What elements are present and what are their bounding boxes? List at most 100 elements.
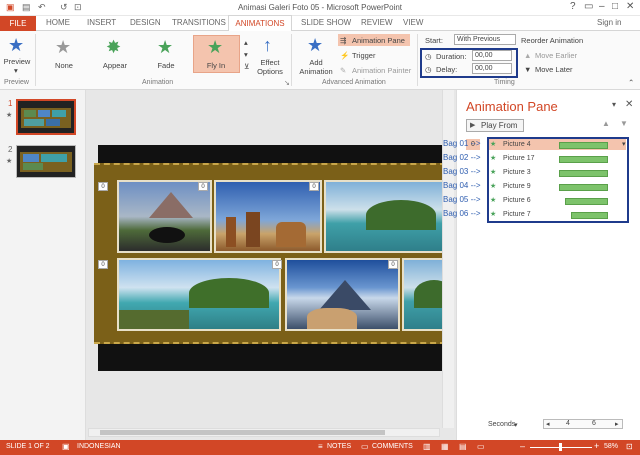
effect-none[interactable]: None [44,61,84,70]
effect-fly-in[interactable]: Fly In [196,61,236,70]
tab-file[interactable]: FILE [0,16,36,31]
move-later-icon[interactable]: ▼ [524,65,531,74]
gallery-more-icon[interactable]: ⊻ [244,62,250,71]
move-earlier-button[interactable]: Move Earlier [535,51,577,60]
effect-fly-in-icon[interactable]: ★ [207,38,223,56]
tab-view[interactable]: VIEW [403,18,423,27]
effect-none-icon[interactable]: ★ [55,38,71,56]
zoom-slider-thumb[interactable] [559,443,562,451]
tab-transitions[interactable]: TRANSITIONS [172,18,226,27]
group-launcher-icon[interactable]: ↘ [284,79,290,87]
sign-in-link[interactable]: Sign in [597,18,621,27]
fit-slide-icon[interactable]: ⊡ [626,442,633,451]
seconds-dropdown-icon[interactable]: ▾ [514,421,518,429]
save-icon[interactable]: ▤ [22,2,31,13]
preview-dropdown-icon[interactable]: ▾ [14,66,18,75]
timing-bar[interactable] [565,198,608,205]
redo-icon[interactable]: ↺ [60,2,68,13]
animation-pane-button[interactable]: Animation Pane [352,36,405,45]
notes-button[interactable]: NOTES [327,443,351,450]
pane-close-icon[interactable]: ✕ [625,99,633,110]
gallery-scroll-down-icon[interactable]: ▾ [244,50,248,59]
animation-item-label[interactable]: Picture 7 [503,211,531,218]
delay-input[interactable]: 00,00 [472,63,512,74]
spellcheck-icon[interactable]: ▣ [62,442,70,451]
timeline-prev-icon[interactable]: ◂ [546,420,550,428]
ribbon-display-icon[interactable]: ▭ [584,1,593,12]
timing-bar[interactable] [559,142,608,149]
tab-review[interactable]: REVIEW [361,18,393,27]
notes-icon[interactable]: ≡ [318,442,323,451]
tab-home[interactable]: HOME [46,18,70,27]
effect-appear-icon[interactable]: ✸ [106,38,121,56]
move-down-icon[interactable]: ▼ [620,119,628,128]
move-later-button[interactable]: Move Later [535,65,573,74]
photo-island-bay[interactable] [117,258,281,331]
normal-view-icon[interactable]: ▥ [423,442,431,451]
help-icon[interactable]: ? [570,1,576,12]
photo-mountain-peak[interactable] [285,258,400,331]
tab-animations[interactable]: ANIMATIONS [228,15,292,32]
seconds-label[interactable]: Seconds [488,421,515,428]
photo-rock-formations[interactable] [214,180,322,253]
animation-painter-icon[interactable]: ✎ [340,66,346,75]
restore-icon[interactable]: □ [612,1,618,12]
slideshow-view-icon[interactable]: ▭ [477,442,485,451]
animation-item-label[interactable]: Picture 9 [503,183,531,190]
animation-item-label[interactable]: Picture 6 [503,197,531,204]
item-dropdown-icon[interactable]: ▾ [622,140,626,148]
undo-icon[interactable]: ↶ [38,2,46,13]
slide-thumbnail-1[interactable] [16,99,76,135]
timeline-next-icon[interactable]: ▸ [615,420,619,428]
slide-sorter-icon[interactable]: ▦ [441,442,449,451]
effect-fade[interactable]: Fade [146,61,186,70]
comments-icon[interactable]: ▭ [361,442,369,451]
comments-button[interactable]: COMMENTS [372,443,413,450]
timing-bar[interactable] [571,212,608,219]
trigger-button[interactable]: Trigger [352,51,375,60]
timing-bar[interactable] [559,170,608,177]
animation-item-label[interactable]: Picture 4 [503,141,531,148]
move-earlier-icon[interactable]: ▲ [524,51,531,60]
reading-view-icon[interactable]: ▤ [459,442,467,451]
add-animation-button[interactable]: Add Animation [294,58,338,76]
preview-icon[interactable]: ★ [8,36,24,54]
zoom-in-icon[interactable]: + [594,441,599,451]
slideshow-start-icon[interactable]: ⊡ [74,2,82,13]
animation-pane-icon[interactable]: ⇶ [340,36,346,45]
animation-item-label[interactable]: Picture 3 [503,169,531,176]
gallery-scroll-up-icon[interactable]: ▴ [244,38,248,47]
divider [417,34,418,86]
photo-coast-partial[interactable] [402,258,446,331]
tab-slide-show[interactable]: SLIDE SHOW [301,18,351,27]
effect-appear[interactable]: Appear [95,61,135,70]
effect-options-button[interactable]: Effect Options [254,58,286,76]
minimize-icon[interactable]: – [599,1,605,12]
add-animation-icon[interactable]: ★ [307,36,323,54]
trigger-icon[interactable]: ⚡ [340,51,349,60]
close-window-icon[interactable]: ✕ [626,1,634,12]
language-indicator[interactable]: INDONESIAN [77,443,121,450]
tab-insert[interactable]: INSERT [87,18,116,27]
zoom-level[interactable]: 58% [604,443,618,450]
bag-annotation: Bag 06 --> [443,209,481,218]
pane-options-icon[interactable]: ▾ [612,100,616,109]
slide-thumbnail-2[interactable] [16,145,76,178]
effect-fade-icon[interactable]: ★ [157,38,173,56]
zoom-out-icon[interactable]: – [520,441,525,451]
tab-design[interactable]: DESIGN [130,18,161,27]
collapse-ribbon-icon[interactable]: ⌃ [628,78,634,87]
move-up-icon[interactable]: ▲ [602,119,610,128]
preview-button[interactable]: Preview [2,57,32,66]
photo-coastal-hill[interactable] [324,180,444,253]
timing-bar[interactable] [559,184,608,191]
animation-painter-button[interactable]: Animation Painter [352,66,411,75]
effect-options-icon[interactable]: ↑ [263,36,272,54]
duration-input[interactable]: 00,00 [472,50,512,61]
animation-pane-title: Animation Pane [466,99,558,114]
scrollbar-thumb[interactable] [100,430,385,435]
timeline-ruler[interactable] [543,419,623,429]
timing-bar[interactable] [559,156,608,163]
animation-item-label[interactable]: Picture 17 [503,155,535,162]
start-select[interactable]: With Previous [454,34,516,45]
